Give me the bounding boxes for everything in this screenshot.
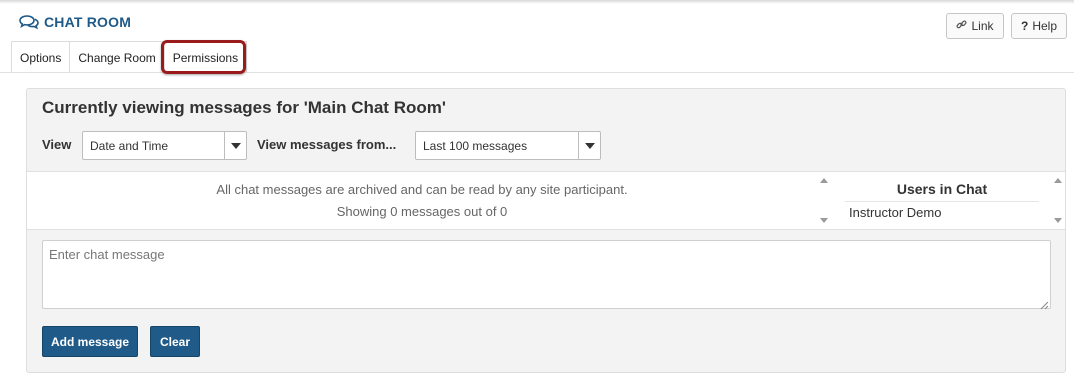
link-button[interactable]: Link [946,13,1004,39]
scroll-down-icon[interactable] [820,218,828,223]
scroll-down-icon[interactable] [1054,218,1062,223]
help-button[interactable]: ? Help [1011,13,1067,39]
archive-notice: All chat messages are archived and can b… [216,182,628,197]
panel-title: Currently viewing messages for 'Main Cha… [42,98,446,117]
view-from-select[interactable]: Last 100 messages [415,131,601,160]
tool-title-text: CHAT ROOM [44,14,132,30]
view-label: View [42,137,72,152]
users-scrollbar[interactable] [1051,172,1065,229]
messages-area: All chat messages are archived and can b… [27,171,833,230]
scroll-up-icon[interactable] [820,178,828,183]
link-button-label: Link [971,19,994,33]
permissions-highlight-box [161,40,246,74]
users-header: Users in Chat [845,181,1039,202]
clear-button[interactable]: Clear [150,326,200,357]
nav-divider [0,72,1074,73]
chat-message-input[interactable] [42,240,1051,309]
top-shadow [0,0,1074,4]
chat-panel: Currently viewing messages for 'Main Cha… [26,88,1066,373]
message-count: Showing 0 messages out of 0 [336,204,508,219]
nav-item-options[interactable]: Options [11,41,71,73]
user-item: Instructor Demo [849,205,942,220]
add-message-button[interactable]: Add message [42,326,138,357]
link-icon [956,19,967,33]
help-button-label: Help [1032,19,1058,33]
view-from-select-value: Last 100 messages [423,139,528,153]
chat-bubbles-icon [19,14,39,30]
messages-scrollbar[interactable] [817,172,831,229]
nav-item-change-room[interactable]: Change Room [69,41,165,73]
resize-grip-icon[interactable] [1040,297,1049,315]
view-select[interactable]: Date and Time [82,131,247,160]
users-in-chat: Users in Chat Instructor Demo [833,171,1065,230]
view-from-label: View messages from... [257,137,397,152]
scroll-up-icon[interactable] [1054,178,1062,183]
chevron-down-icon [224,132,246,159]
tool-title: CHAT ROOM [19,14,131,30]
question-icon: ? [1020,19,1029,33]
view-select-value: Date and Time [90,139,169,153]
chevron-down-icon [578,132,600,159]
